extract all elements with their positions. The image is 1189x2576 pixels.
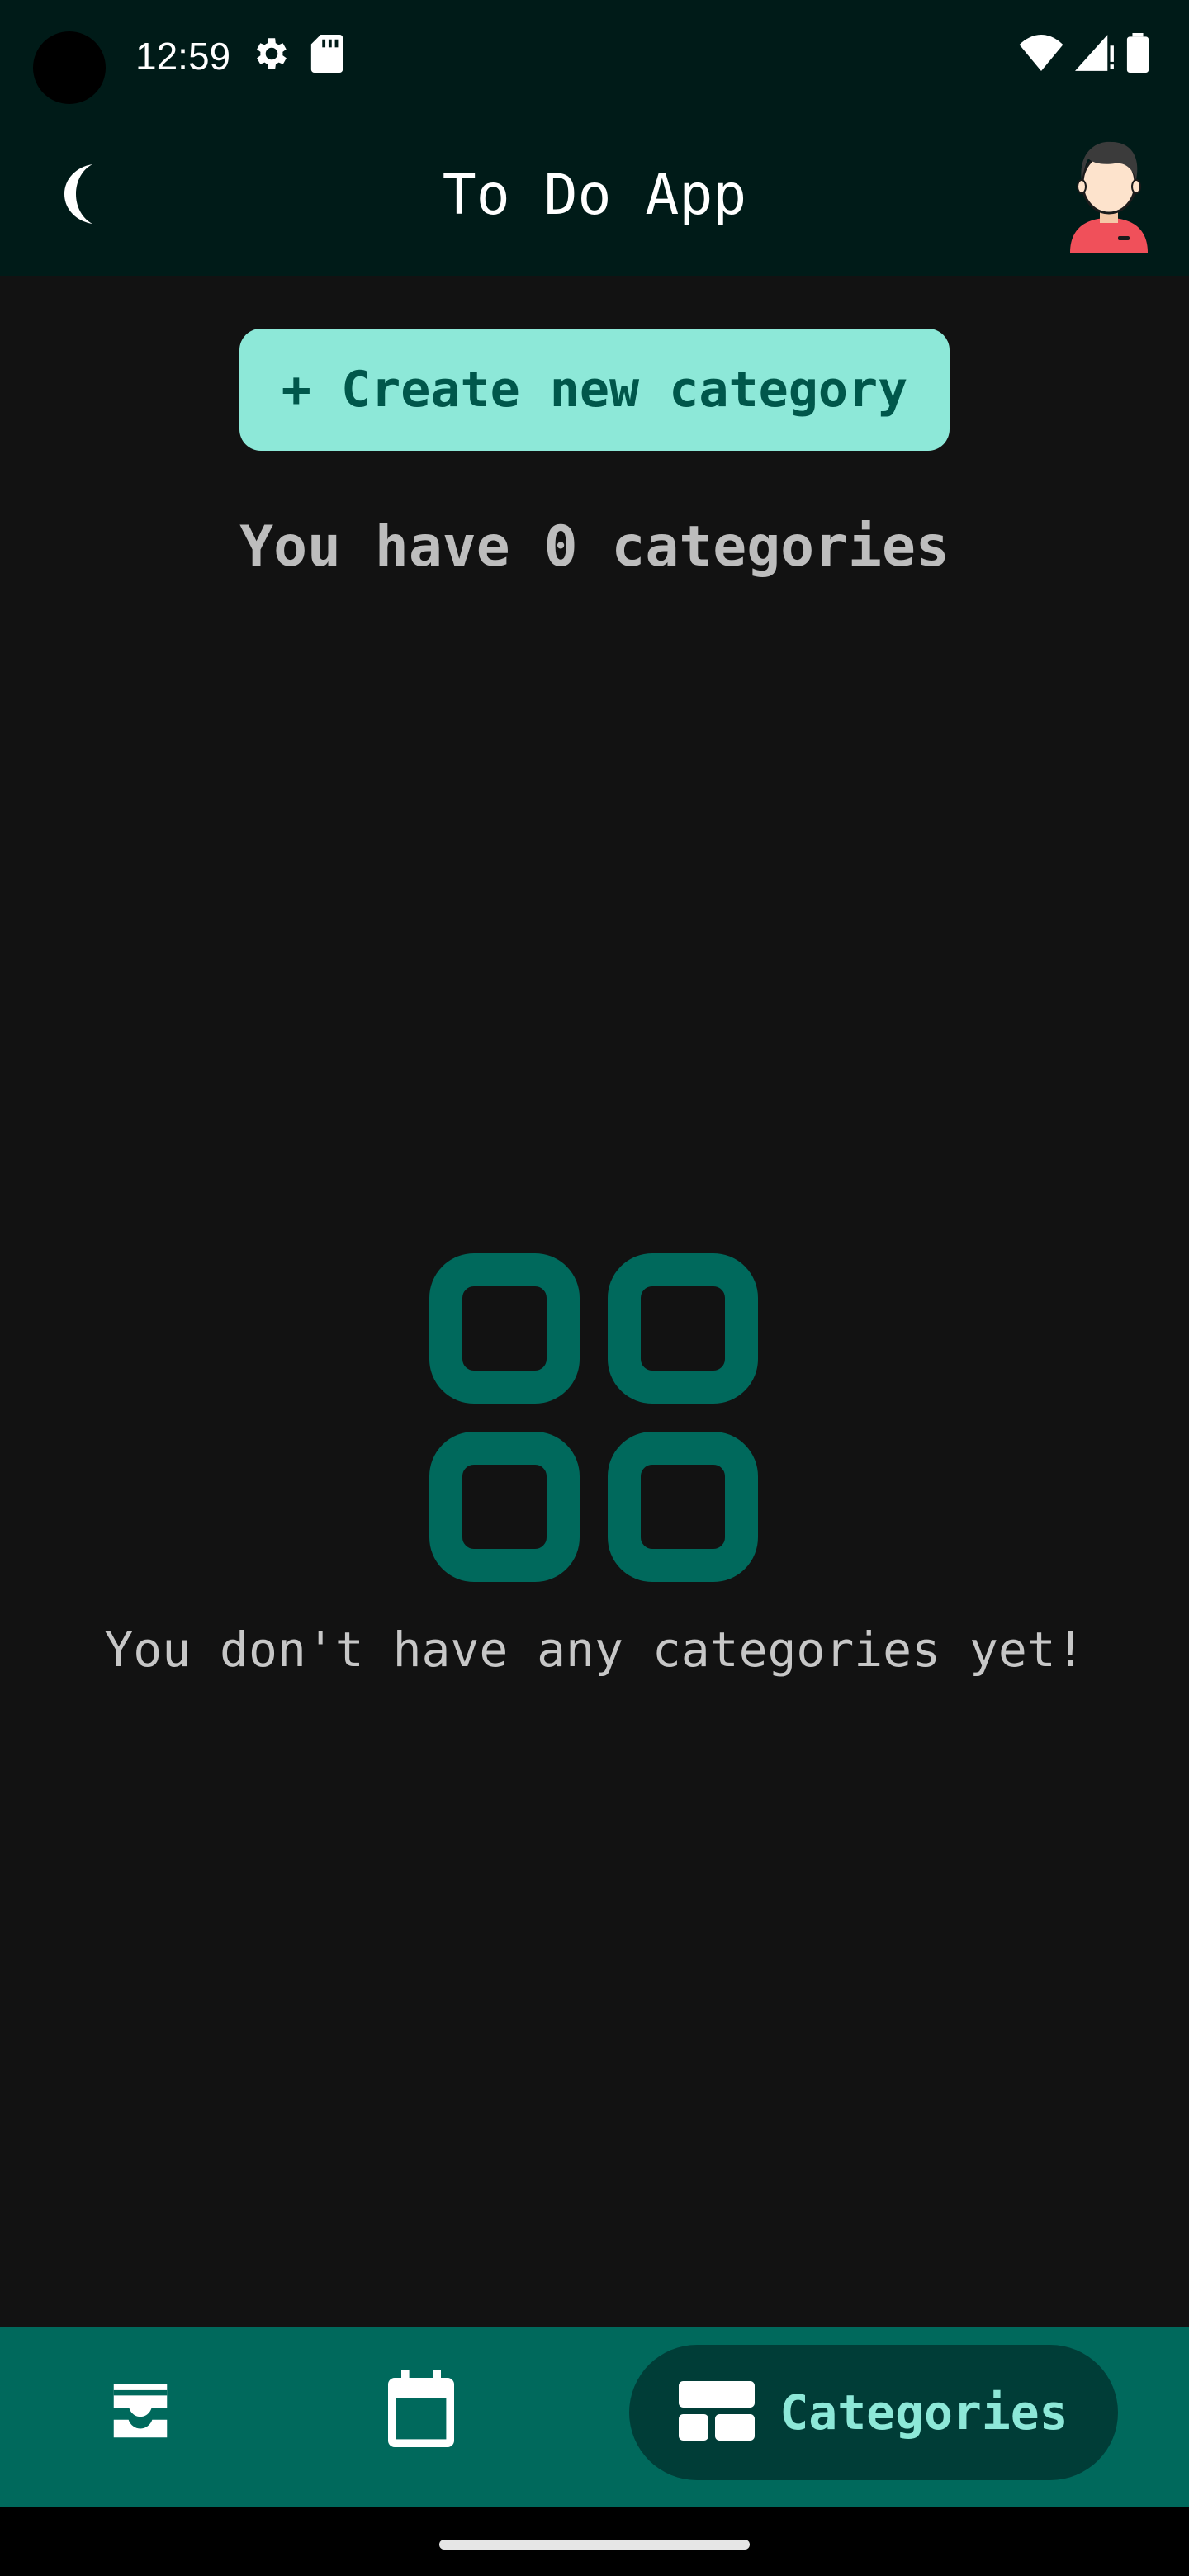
- camera-cutout: [33, 31, 106, 104]
- status-right-icons: [1019, 33, 1149, 76]
- settings-icon: [251, 33, 292, 78]
- avatar[interactable]: [1063, 137, 1154, 253]
- battery-icon: [1126, 33, 1149, 76]
- bottom-navigation: Categories: [0, 2327, 1189, 2507]
- categories-icon: [679, 2381, 756, 2444]
- status-time: 12:59: [135, 35, 231, 78]
- nav-item-categories[interactable]: Categories: [629, 2345, 1118, 2480]
- create-category-button[interactable]: + Create new category: [239, 329, 950, 451]
- sd-card-icon: [310, 35, 343, 76]
- wifi-icon: [1019, 35, 1063, 74]
- status-bar: 12:59: [0, 0, 1189, 116]
- app-bar: To Do App: [0, 116, 1189, 276]
- nav-item-inbox[interactable]: [74, 2345, 206, 2480]
- inbox-icon: [105, 2375, 176, 2450]
- gesture-area: [0, 2507, 1189, 2576]
- empty-state-text: You don't have any categories yet!: [104, 1622, 1085, 1678]
- category-grid-icon: [429, 1253, 761, 1585]
- app-title: To Do App: [442, 163, 747, 228]
- nav-item-calendar[interactable]: [355, 2345, 487, 2480]
- status-left-icons: [251, 33, 343, 78]
- signal-icon: [1075, 35, 1115, 74]
- gesture-handle[interactable]: [439, 2540, 750, 2550]
- nav-label-categories: Categories: [779, 2384, 1068, 2441]
- calendar-icon: [381, 2370, 461, 2455]
- category-count-text: You have 0 categories: [239, 514, 950, 580]
